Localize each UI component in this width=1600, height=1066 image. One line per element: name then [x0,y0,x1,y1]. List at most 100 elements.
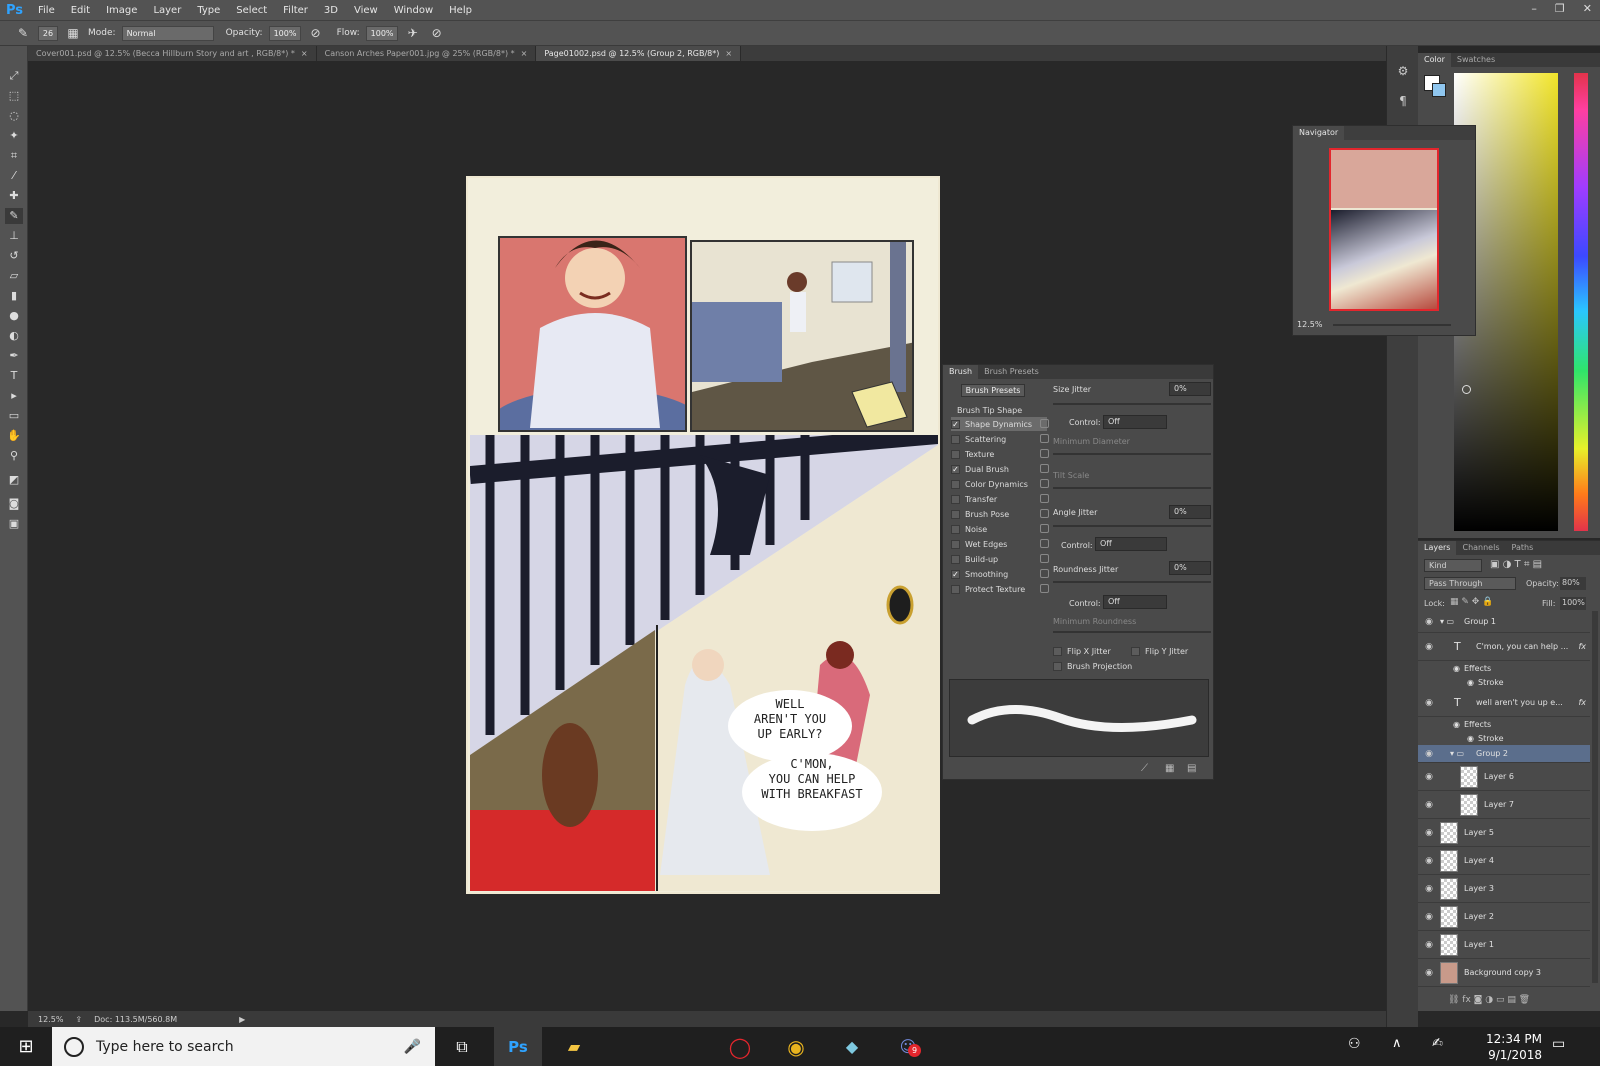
blend-mode-select[interactable]: Pass Through [1424,577,1516,590]
layer-row-text-well[interactable]: ◉ Twell aren't you up e... fx [1418,689,1590,717]
checkbox-icon[interactable] [951,584,960,594]
background-swatch[interactable] [1432,83,1446,97]
menu-filter[interactable]: Filter [275,5,316,16]
flow-input[interactable]: 100% [365,25,398,41]
people-icon[interactable]: ⚇ [1348,1036,1361,1052]
lock-icon[interactable] [1040,554,1049,563]
file-explorer-icon[interactable]: ▰ [550,1027,598,1066]
control-select-2[interactable]: Off [1095,537,1167,551]
lock-icon[interactable] [1040,419,1049,428]
pressure-opacity-icon[interactable]: ⊘ [307,25,325,41]
option-transfer[interactable]: Transfer [951,492,1049,506]
windows-start-icon[interactable]: ⊞ [0,1036,52,1057]
lasso-tool-icon[interactable]: ◌ [5,108,23,124]
lock-icon[interactable] [1040,524,1049,533]
checkbox-icon[interactable] [951,509,960,519]
visibility-eye-icon[interactable]: ◉ [1418,800,1440,810]
navigator-thumbnail[interactable] [1329,148,1439,311]
airbrush-icon[interactable]: ✈ [404,25,422,41]
brush-grid-icon[interactable]: ▦ [1165,763,1174,774]
visibility-eye-icon[interactable]: ◉ [1418,968,1440,978]
type-tool-icon[interactable]: T [5,368,23,384]
menu-layer[interactable]: Layer [145,5,189,16]
eyedropper-tool-icon[interactable]: ⁄ [5,168,23,184]
checkbox-icon[interactable]: ✓ [951,464,960,474]
lock-icon[interactable] [1040,569,1049,578]
zoom-tool-icon[interactable]: ⚲ [5,448,23,464]
layer-effects-row[interactable]: ◉ Effects [1418,717,1590,731]
effect-eye-icon[interactable]: ◉ [1418,664,1464,673]
menu-view[interactable]: View [346,5,386,16]
layer-row-background-copy-3[interactable]: ◉ Background copy 3 [1418,959,1590,987]
layer-row-layer-3[interactable]: ◉ Layer 3 [1418,875,1590,903]
layer-row-layer-5[interactable]: ◉ Layer 5 [1418,819,1590,847]
angle-jitter-slider[interactable] [1053,525,1211,527]
effect-eye-icon[interactable]: ◉ [1418,720,1464,729]
minimize-icon[interactable]: – [1531,2,1537,15]
lock-icon[interactable] [1040,479,1049,488]
sketch-app-icon[interactable]: ◆ [828,1027,876,1066]
taskbar-clock[interactable]: 12:34 PM 9/1/2018 [1486,1031,1542,1063]
microphone-icon[interactable]: 🎤 [404,1039,421,1055]
option-scattering[interactable]: Scattering [951,432,1049,446]
menu-file[interactable]: File [30,5,63,16]
tab-cover001[interactable]: Cover001.psd @ 12.5% (Becca Hillburn Sto… [28,46,317,61]
angle-jitter-input[interactable]: 0% [1169,505,1211,519]
checkbox-icon[interactable] [951,524,960,534]
menu-type[interactable]: Type [189,5,228,16]
option-brush-pose[interactable]: Brush Pose [951,507,1049,521]
close-icon[interactable]: ✕ [1583,2,1592,15]
tab-swatches[interactable]: Swatches [1451,53,1501,67]
option-shape-dynamics[interactable]: ✓ Shape Dynamics [951,417,1049,431]
opacity-input[interactable]: 100% [268,25,301,41]
tab-paths[interactable]: Paths [1506,541,1540,555]
clone-stamp-tool-icon[interactable]: ⊥ [5,228,23,244]
lock-icon[interactable] [1040,584,1049,593]
status-zoom[interactable]: 12.5% [38,1015,63,1024]
visibility-eye-icon[interactable]: ◉ [1418,856,1440,866]
checkbox-icon[interactable] [951,494,960,504]
checkbox-icon[interactable] [951,554,960,564]
tab-layers[interactable]: Layers [1418,541,1457,555]
visibility-eye-icon[interactable]: ◉ [1418,912,1440,922]
visibility-eye-icon[interactable]: ◉ [1418,828,1440,838]
blur-tool-icon[interactable]: ● [5,308,23,324]
brush-tool-icon[interactable]: ✎ [14,25,32,41]
brush-tool-icon[interactable]: ✎ [5,208,23,224]
brush-presets-button[interactable]: Brush Presets [961,384,1025,397]
control-select-1[interactable]: Off [1103,415,1167,429]
fill-input[interactable]: 100% [1560,597,1586,610]
menu-window[interactable]: Window [386,5,441,16]
tab-brush[interactable]: Brush [943,365,979,379]
close-tab-icon[interactable]: × [725,49,732,58]
quick-mask-icon[interactable]: ◙ [5,496,23,512]
tab-page01002[interactable]: Page01002.psd @ 12.5% (Group 2, RGB/8*) × [536,46,742,61]
checkbox-icon[interactable]: ✓ [951,419,960,429]
menu-edit[interactable]: Edit [63,5,98,16]
size-jitter-input[interactable]: 0% [1169,382,1211,396]
lock-icon[interactable] [1040,494,1049,503]
visibility-eye-icon[interactable]: ◉ [1418,617,1440,627]
checkbox-icon[interactable] [951,434,960,444]
layer-stroke-row[interactable]: ◉ Stroke [1418,731,1590,745]
lock-icon[interactable] [1040,434,1049,443]
layer-row-layer-6[interactable]: ◉ Layer 6 [1418,763,1590,791]
effect-eye-icon[interactable]: ◉ [1418,734,1478,743]
option-dual-brush[interactable]: ✓ Dual Brush [951,462,1049,476]
marquee-tool-icon[interactable]: ⬚ [5,88,23,104]
task-view-icon[interactable]: ⧉ [438,1027,486,1066]
visibility-eye-icon[interactable]: ◉ [1418,642,1440,652]
effect-eye-icon[interactable]: ◉ [1418,678,1478,687]
option-color-dynamics[interactable]: Color Dynamics [951,477,1049,491]
filter-image-icon[interactable]: ▣ ◑ T ⌗ ▤ [1490,559,1542,570]
layer-row-group-2[interactable]: ◉ ▾ ▭ Group 2 [1418,745,1590,763]
checkbox-icon[interactable] [1131,647,1140,656]
option-texture[interactable]: Texture [951,447,1049,461]
minimum-diameter-slider[interactable] [1053,453,1211,455]
checkbox-icon[interactable]: ✓ [951,569,960,579]
brush-projection[interactable]: Brush Projection [1053,662,1132,671]
flip-y-jitter[interactable]: Flip Y Jitter [1131,647,1188,656]
flip-x-jitter[interactable]: Flip X Jitter [1053,647,1111,656]
fx-icon[interactable]: fx [1578,698,1590,707]
lock-options-icon[interactable]: ▦ ✎ ✥ 🔒 [1450,597,1493,607]
